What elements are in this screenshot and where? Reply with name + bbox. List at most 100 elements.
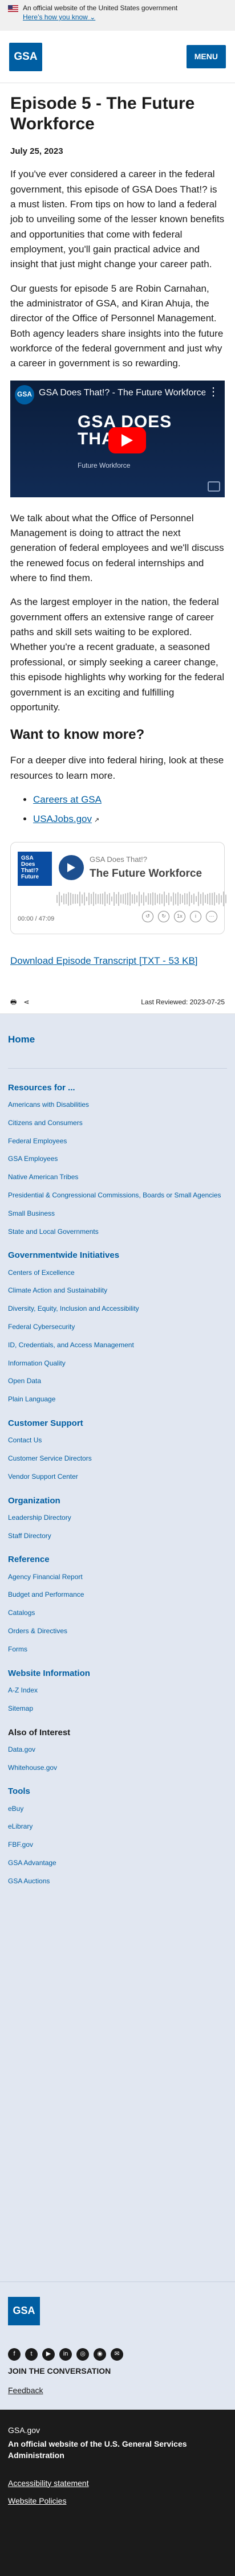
sidenav-item[interactable]: Federal Employees (8, 1136, 227, 1146)
podcast-artwork: GSA Does That!? Future (18, 851, 52, 886)
sidenav-item[interactable]: Federal Cybersecurity (8, 1322, 227, 1332)
menu-button[interactable]: MENU (186, 44, 226, 69)
sidenav-item[interactable]: Information Quality (8, 1359, 227, 1368)
share-icon[interactable]: ⋖ (23, 997, 29, 1008)
youtube-video-embed[interactable]: GSA GSA Does That!? - The Future Workfor… (10, 380, 225, 497)
sidenav-item[interactable]: Native American Tribes (8, 1172, 227, 1182)
waveform-bar (180, 893, 181, 904)
sidenav-item[interactable]: Budget and Performance (8, 1590, 227, 1600)
sidenav-heading-website-info[interactable]: Website Information (8, 1667, 227, 1680)
waveform-bar (191, 894, 192, 903)
footer-identifier: GSA.gov An official website of the U.S. … (0, 2409, 235, 2576)
waveform-bar (216, 894, 217, 903)
careers-at-gsa-link[interactable]: Careers at GSA (33, 794, 102, 805)
channel-logo[interactable]: GSA (15, 385, 34, 404)
linkedin-icon[interactable]: in (59, 2348, 72, 2361)
sidenav-heading-organization[interactable]: Organization (8, 1494, 227, 1507)
website-policies-link[interactable]: Website Policies (8, 2495, 227, 2508)
sidenav-item[interactable]: Catalogs (8, 1608, 227, 1618)
sidenav-item[interactable]: Climate Action and Sustainability (8, 1286, 227, 1295)
more-options-icon[interactable]: ⋮ (208, 386, 219, 398)
sidenav-item[interactable]: Open Data (8, 1376, 227, 1386)
sidenav-item[interactable]: Agency Financial Report (8, 1572, 227, 1582)
footer-gsa-logo[interactable]: GSA (8, 2296, 40, 2325)
sidenav-heading-resources-for[interactable]: Resources for ... (8, 1081, 227, 1094)
sidenav-item[interactable]: Orders & Directives (8, 1626, 227, 1636)
sidenav-item[interactable]: eLibrary (8, 1822, 227, 1831)
sidenav-item[interactable]: Centers of Excellence (8, 1268, 227, 1278)
sidenav-heading-reference[interactable]: Reference (8, 1553, 227, 1566)
email-icon[interactable]: ✉ (111, 2348, 123, 2361)
sidenav-home[interactable]: Home (8, 1014, 227, 1069)
podcast-play-button[interactable] (59, 854, 84, 880)
article: Episode 5 - The Future Workforce July 25… (0, 83, 235, 997)
sidenav-item[interactable]: Presidential & Congressional Commissions… (8, 1191, 227, 1200)
audio-waveform[interactable] (56, 890, 228, 907)
sidenav-item[interactable]: GSA Auctions (8, 1876, 227, 1886)
how-you-know-link[interactable]: Here’s how you know ⌄ (23, 13, 95, 21)
play-video-button[interactable] (108, 427, 146, 453)
sidenav-item[interactable]: Forms (8, 1645, 227, 1654)
sidenav-heading-initiatives[interactable]: Governmentwide Initiatives (8, 1249, 227, 1262)
sidenav-item[interactable]: Whitehouse.gov (8, 1763, 227, 1773)
more-icon[interactable]: ⋯ (206, 910, 217, 922)
waveform-bar (152, 892, 153, 906)
info-icon[interactable]: i (190, 910, 201, 922)
sidenav-item[interactable]: eBuy (8, 1804, 227, 1814)
sidenav-item[interactable]: A-Z Index (8, 1686, 227, 1695)
resources-intro: For a deeper dive into federal hiring, l… (10, 755, 224, 781)
sidenav-heading-tools[interactable]: Tools (8, 1785, 227, 1798)
forward-icon[interactable]: ↻ (158, 910, 169, 922)
sidenav-item[interactable]: ID, Credentials, and Access Management (8, 1340, 227, 1350)
video-thumbnail-title: GSA DOES THAT!? (78, 412, 172, 447)
waveform-bar (150, 893, 151, 905)
sidenav-item[interactable]: Staff Directory (8, 1531, 227, 1541)
facebook-icon[interactable]: f (8, 2348, 21, 2361)
waveform-bar (136, 895, 137, 903)
sidenav-item[interactable]: Customer Service Directors (8, 1454, 227, 1463)
waveform-bar (114, 892, 115, 906)
speed-icon[interactable]: 1x (174, 910, 185, 922)
feedback-link[interactable]: Feedback (8, 2386, 43, 2395)
twitter-icon[interactable]: t (25, 2348, 38, 2361)
accessibility-statement-link[interactable]: Accessibility statement (8, 2477, 227, 2490)
sidenav-item[interactable]: Citizens and Consumers (8, 1118, 227, 1128)
waveform-bar (100, 893, 101, 904)
sidenav-item[interactable]: GSA Employees (8, 1154, 227, 1164)
podcast-episode-title: The Future Workforce (90, 867, 202, 880)
sidenav-heading-support[interactable]: Customer Support (8, 1417, 227, 1430)
waveform-bar (79, 892, 80, 906)
waveform-bar (93, 892, 94, 906)
sidenav-item[interactable]: Small Business (8, 1209, 227, 1219)
sidenav-item[interactable]: FBF.gov (8, 1840, 227, 1850)
waveform-bar (125, 893, 126, 905)
rewind-icon[interactable]: ↺ (142, 910, 153, 922)
sidenav-item[interactable]: Contact Us (8, 1436, 227, 1445)
instagram-icon[interactable]: ◎ (76, 2348, 89, 2361)
waveform-bar (56, 894, 58, 903)
waveform-bar (205, 894, 206, 903)
sidenav-item[interactable]: GSA Advantage (8, 1858, 227, 1868)
sidenav-item[interactable]: State and Local Governments (8, 1227, 227, 1237)
waveform-bar (66, 893, 67, 904)
youtube-icon[interactable]: ▶ (42, 2348, 55, 2361)
youtube-icon[interactable] (208, 481, 220, 492)
video-title[interactable]: GSA Does That!? - The Future Workforce (39, 386, 205, 400)
sidenav-item[interactable]: Vendor Support Center (8, 1472, 227, 1482)
sidenav-item[interactable]: Leadership Directory (8, 1513, 227, 1523)
sidenav-item[interactable]: Americans with Disabilities (8, 1100, 227, 1110)
rss-icon[interactable]: ◉ (94, 2348, 106, 2361)
waveform-bar (123, 894, 124, 904)
waveform-bar (187, 893, 188, 905)
usajobs-link[interactable]: USAJobs.gov (33, 813, 92, 824)
download-transcript-link[interactable]: Download Episode Transcript [TXT - 53 KB… (10, 954, 198, 968)
playback-time: 00:00 / 47:09 (18, 915, 55, 922)
waveform-bar (63, 893, 64, 905)
sidenav-item[interactable]: Diversity, Equity, Inclusion and Accessi… (8, 1304, 227, 1314)
print-icon[interactable]: 🖶 (10, 997, 17, 1008)
sidenav-item[interactable]: Data.gov (8, 1745, 227, 1755)
gsa-logo[interactable]: GSA (9, 42, 42, 71)
sidenav-item[interactable]: Plain Language (8, 1395, 227, 1404)
waveform-bar (98, 894, 99, 903)
sidenav-item[interactable]: Sitemap (8, 1704, 227, 1714)
